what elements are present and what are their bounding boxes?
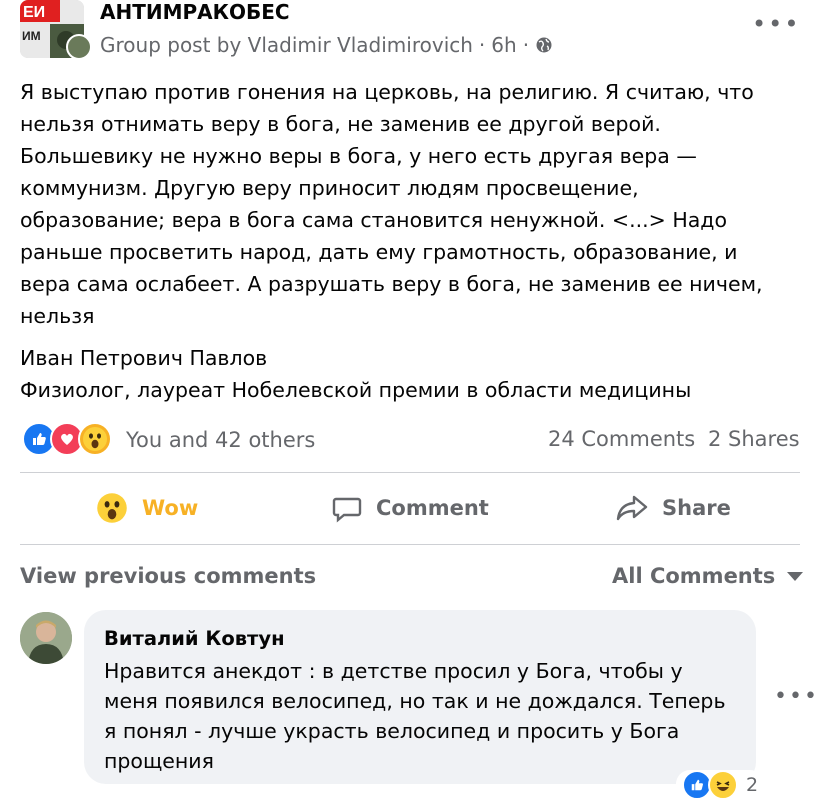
comment-button[interactable]: Comment: [332, 486, 489, 530]
quote-author-title: Физиолог, лауреат Нобелевской премии в о…: [20, 378, 692, 402]
svg-text:ИМ: ИМ: [22, 29, 41, 43]
comment-reactions[interactable]: 2: [676, 770, 765, 800]
post-time[interactable]: 6h: [491, 32, 516, 58]
all-comments-label: All Comments: [612, 564, 776, 588]
chevron-down-icon: [787, 571, 804, 581]
post-meta: Group post by Vladimir Vladimirovich · 6…: [100, 32, 553, 58]
meta-separator: ·: [522, 33, 530, 57]
share-button[interactable]: Share: [616, 486, 731, 530]
reaction-summary[interactable]: You and 42 others: [126, 425, 315, 455]
svg-text:ЕИ: ЕИ: [23, 4, 45, 21]
meta-separator: ·: [478, 33, 486, 57]
divider: [20, 544, 800, 545]
haha-icon: [708, 770, 738, 800]
all-comments-filter[interactable]: All Comments: [612, 562, 804, 590]
comments-count[interactable]: 24 Comments: [548, 424, 695, 454]
comment-author[interactable]: Виталий Ковтун: [104, 626, 285, 652]
wow-icon: [78, 422, 112, 456]
post-author-link[interactable]: Group post by Vladimir Vladimirovich: [100, 32, 473, 58]
share-icon: [616, 495, 648, 521]
shares-count[interactable]: 2 Shares: [708, 424, 800, 454]
comment-label: Comment: [376, 496, 489, 520]
share-label: Share: [662, 496, 731, 520]
wow-icon: [97, 493, 127, 523]
commenter-avatar[interactable]: [20, 612, 72, 664]
more-options-icon[interactable]: •••: [752, 12, 800, 36]
comment-text: Нравится анекдот : в детстве просил у Бо…: [104, 659, 726, 773]
divider: [20, 472, 800, 473]
view-previous-comments[interactable]: View previous comments: [20, 562, 316, 590]
comment-icon: [332, 497, 362, 523]
comment-reaction-count: 2: [746, 774, 759, 796]
quote-author: Иван Петрович Павлов: [20, 346, 268, 370]
wow-button[interactable]: Wow: [96, 486, 198, 530]
post-text: Я выступаю против гонения на церковь, на…: [20, 80, 763, 328]
wow-label: Wow: [142, 496, 199, 520]
poster-avatar[interactable]: [66, 34, 92, 60]
group-name[interactable]: АНТИМРАКОБЕС: [100, 0, 290, 24]
reaction-icons[interactable]: [22, 422, 112, 456]
globe-icon[interactable]: [535, 36, 553, 54]
comment-more-icon[interactable]: •••: [774, 684, 819, 709]
